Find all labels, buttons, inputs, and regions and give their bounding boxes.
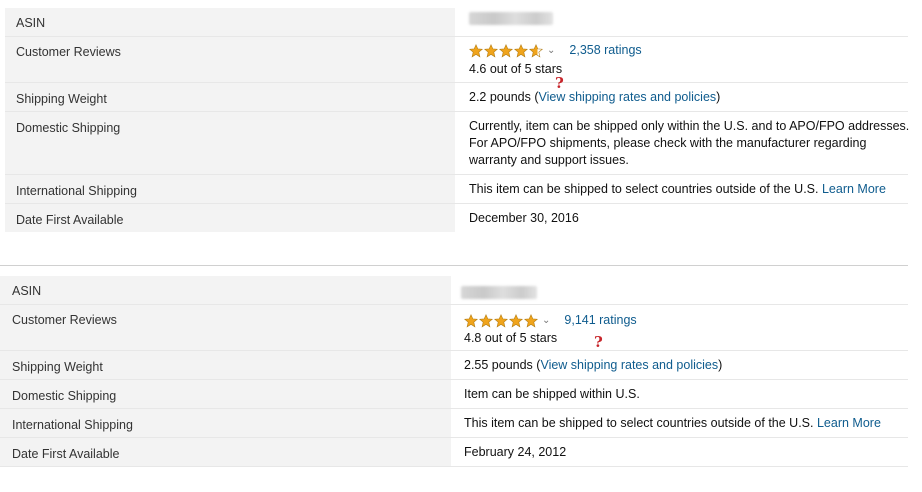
domestic-shipping-label: Domestic Shipping: [12, 389, 117, 403]
international-shipping-row: International Shipping This item can be …: [5, 175, 908, 204]
domestic-shipping-value-cell: Item can be shipped within U.S.: [451, 380, 908, 408]
learn-more-link[interactable]: Learn More: [817, 416, 881, 430]
asin-value-cell: [451, 276, 908, 304]
learn-more-link[interactable]: Learn More: [822, 182, 886, 196]
star-icon: [484, 43, 498, 58]
date-label-cell: Date First Available: [5, 204, 455, 232]
domestic-shipping-row: Domestic Shipping Item can be shipped wi…: [0, 380, 908, 409]
star-icon: [509, 313, 523, 328]
domestic-shipping-label: Domestic Shipping: [16, 121, 121, 135]
star-icon: [464, 313, 478, 328]
reviews-value-cell: ⌄ 2,358 ratings 4.6 out of 5 stars: [455, 37, 908, 82]
shipping-weight-value: 2.55 pounds (: [464, 358, 541, 372]
domestic-shipping-value: Currently, item can be shipped only with…: [469, 118, 909, 169]
date-first-available-value: December 30, 2016: [469, 211, 579, 225]
domestic-shipping-label-cell: Domestic Shipping: [0, 380, 451, 408]
international-shipping-value-cell: This item can be shipped to select count…: [451, 409, 908, 437]
section-divider: [0, 265, 908, 266]
rating-text: 4.6 out of 5 stars: [469, 62, 563, 76]
shipping-weight-label: Shipping Weight: [16, 92, 107, 106]
date-value-cell: February 24, 2012: [451, 438, 908, 466]
star-icon: [469, 43, 483, 58]
asin-label-cell: ASIN: [0, 276, 451, 304]
shipping-weight-label-cell: Shipping Weight: [5, 83, 455, 111]
international-shipping-label-cell: International Shipping: [5, 175, 455, 203]
customer-reviews-label: Customer Reviews: [12, 313, 117, 327]
domestic-shipping-value-cell: Currently, item can be shipped only with…: [455, 112, 909, 174]
asin-label-cell: ASIN: [5, 8, 455, 36]
date-first-available-label: Date First Available: [16, 213, 124, 227]
asin-row: ASIN: [5, 8, 908, 37]
international-shipping-label: International Shipping: [12, 418, 133, 432]
shipping-weight-value-cell: 2.2 pounds (View shipping rates and poli…: [455, 83, 908, 111]
international-shipping-row: International Shipping This item can be …: [0, 409, 908, 438]
half-star-icon: [529, 43, 543, 58]
shipping-weight-value: 2.2 pounds (: [469, 90, 539, 104]
asin-value-cell: [455, 8, 908, 36]
asin-label: ASIN: [16, 16, 46, 30]
rating-text: 4.8 out of 5 stars: [464, 331, 558, 345]
product-details-table-1: ASIN Customer Reviews ⌄ 2,358 ratings 4.…: [5, 8, 909, 233]
view-shipping-rates-link[interactable]: View shipping rates and policies: [539, 90, 717, 104]
date-label-cell: Date First Available: [0, 438, 451, 466]
domestic-shipping-row: Domestic Shipping Currently, item can be…: [5, 112, 909, 175]
customer-reviews-row: Customer Reviews ⌄ 9,141 ratings 4.8 out …: [0, 305, 908, 351]
asin-row: ASIN: [0, 276, 908, 305]
asin-value-redacted: [469, 12, 553, 25]
shipping-weight-row: Shipping Weight 2.2 pounds (View shippin…: [5, 83, 908, 112]
asin-label: ASIN: [12, 284, 42, 298]
date-first-available-row: Date First Available December 30, 2016: [5, 204, 908, 232]
date-value-cell: December 30, 2016: [455, 204, 908, 232]
reviews-label-cell: Customer Reviews: [0, 305, 451, 350]
view-shipping-rates-link[interactable]: View shipping rates and policies: [540, 358, 718, 372]
domestic-line: Currently, item can be shipped only with…: [469, 119, 910, 133]
customer-reviews-row: Customer Reviews ⌄ 2,358 ratings 4.6 out …: [5, 37, 908, 83]
shipping-weight-label-cell: Shipping Weight: [0, 351, 451, 379]
star-icon: [494, 313, 508, 328]
star-rating[interactable]: [464, 313, 538, 328]
question-mark-icon: ?: [555, 74, 564, 92]
ratings-count-link[interactable]: 2,358 ratings: [569, 43, 641, 57]
international-shipping-value: This item can be shipped to select count…: [464, 416, 814, 430]
asin-value-redacted: [461, 286, 537, 299]
chevron-down-icon[interactable]: ⌄: [542, 315, 550, 326]
international-shipping-value: This item can be shipped to select count…: [469, 182, 819, 196]
reviews-value-cell: ⌄ 9,141 ratings 4.8 out of 5 stars: [451, 305, 908, 350]
ratings-count-link[interactable]: 9,141 ratings: [564, 313, 636, 327]
shipping-weight-label: Shipping Weight: [12, 360, 103, 374]
international-shipping-label-cell: International Shipping: [0, 409, 451, 437]
shipping-weight-value-cell: 2.55 pounds (View shipping rates and pol…: [451, 351, 908, 379]
domestic-line: For APO/FPO shipments, please check with…: [469, 136, 867, 150]
customer-reviews-label: Customer Reviews: [16, 45, 121, 59]
star-icon: [479, 313, 493, 328]
international-shipping-label: International Shipping: [16, 184, 137, 198]
star-icon: [524, 313, 538, 328]
date-first-available-label: Date First Available: [12, 447, 120, 461]
domestic-shipping-value: Item can be shipped within U.S.: [464, 387, 640, 401]
star-icon: [514, 43, 528, 58]
star-rating[interactable]: [469, 43, 543, 58]
shipping-weight-close: ): [716, 90, 721, 104]
date-first-available-value: February 24, 2012: [464, 445, 567, 459]
domestic-shipping-label-cell: Domestic Shipping: [5, 112, 455, 174]
product-details-table-2: ASIN Customer Reviews ⌄ 9,141 ratings 4.8…: [0, 276, 908, 467]
shipping-weight-close: ): [718, 358, 723, 372]
reviews-label-cell: Customer Reviews: [5, 37, 455, 82]
domestic-line: warranty and support issues.: [469, 153, 629, 167]
date-first-available-row: Date First Available February 24, 2012: [0, 438, 908, 467]
international-shipping-value-cell: This item can be shipped to select count…: [455, 175, 908, 203]
question-mark-icon: ?: [594, 333, 603, 351]
chevron-down-icon[interactable]: ⌄: [547, 45, 555, 56]
star-icon: [499, 43, 513, 58]
shipping-weight-row: Shipping Weight 2.55 pounds (View shippi…: [0, 351, 908, 380]
